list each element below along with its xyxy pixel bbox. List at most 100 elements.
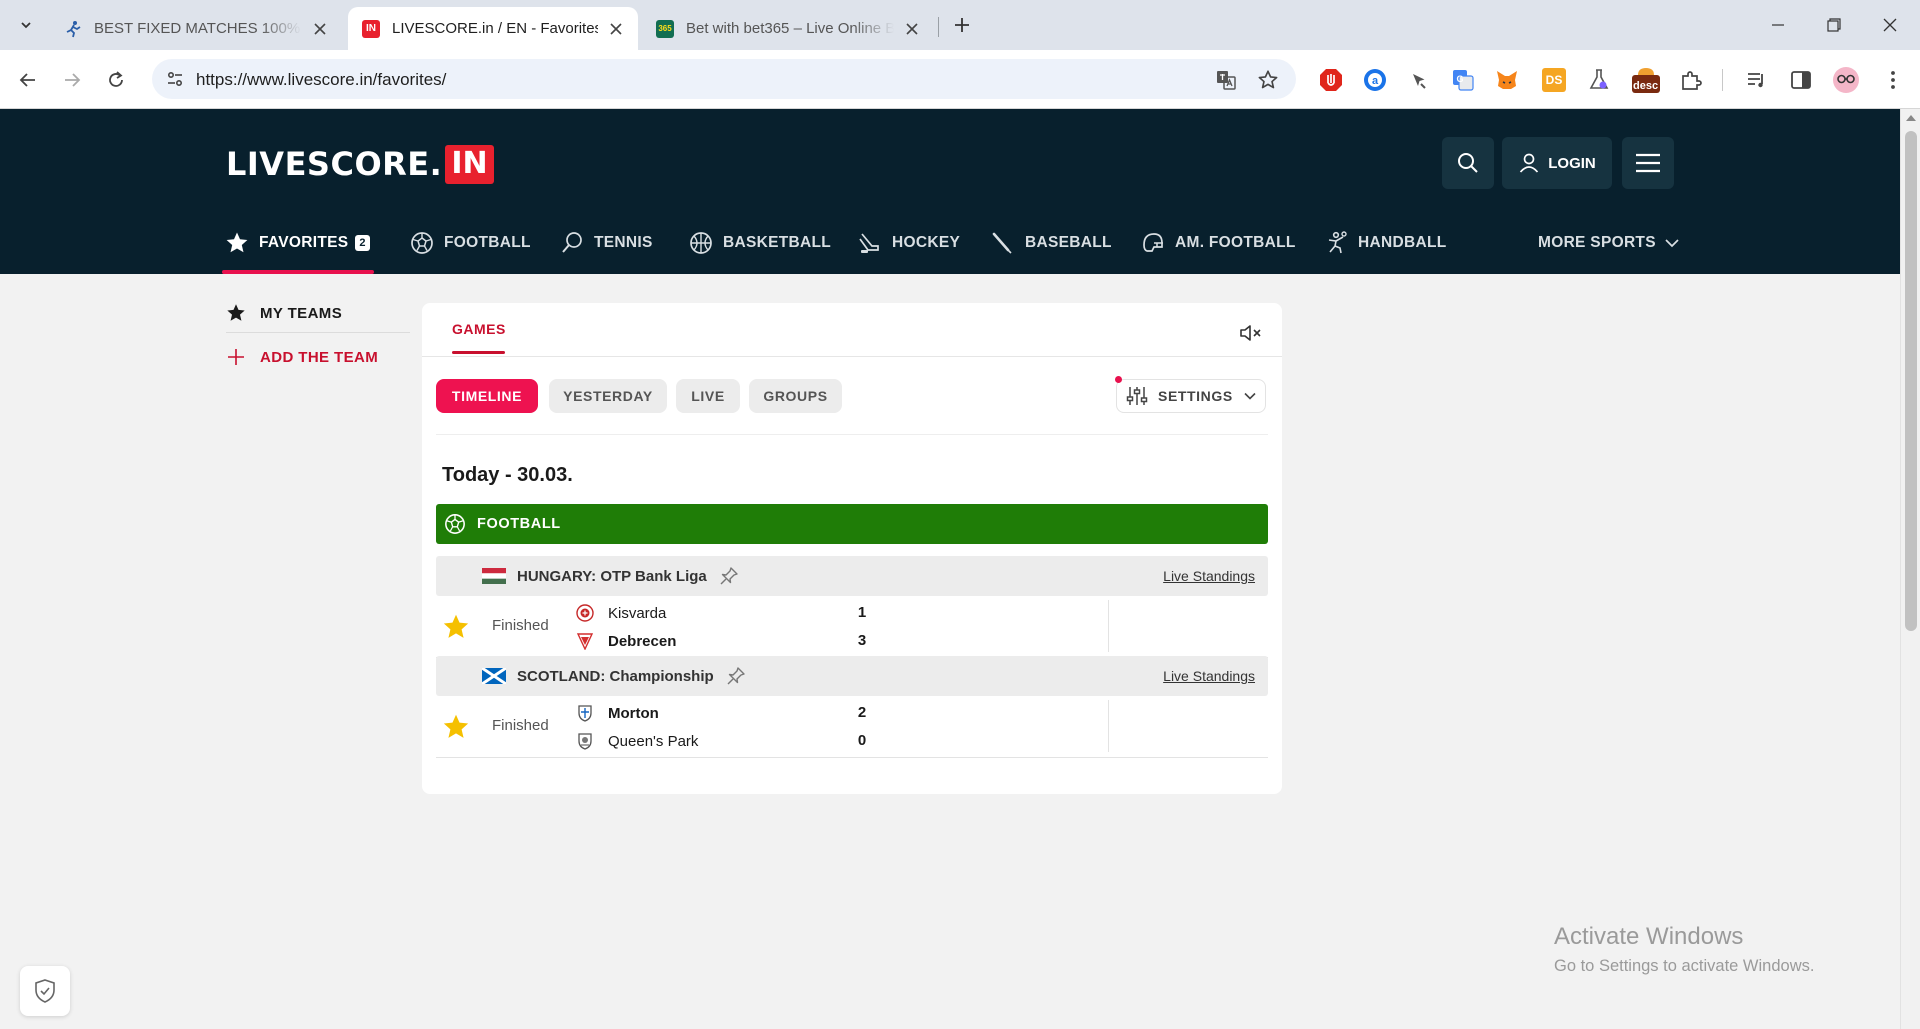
nav-handball-label: HANDBALL (1358, 234, 1447, 251)
star-icon (224, 230, 250, 256)
match-row[interactable]: Finished Kisvarda Debrecen 1 3 (436, 596, 1268, 658)
ds-extension-icon[interactable]: DS (1542, 68, 1566, 92)
lab-extension-icon[interactable] (1586, 67, 1612, 93)
translate-extension-icon[interactable]: G (1450, 67, 1476, 93)
filter-yesterday[interactable]: YESTERDAY (549, 379, 667, 413)
tab-separator (938, 17, 939, 37)
tab-games[interactable]: GAMES (452, 321, 506, 337)
browser-tab-bet365[interactable]: 365 Bet with bet365 – Live Online Bettin… (642, 7, 934, 50)
browser-tab-livescore[interactable]: IN LIVESCORE.in / EN - Favorites (348, 7, 638, 50)
browser-tab-fixed-matches[interactable]: BEST FIXED MATCHES 100% SURE (50, 7, 342, 50)
browser-menu-icon[interactable] (1880, 67, 1906, 93)
away-team: Debrecen (576, 632, 676, 650)
nav-football[interactable]: FOOTBALL (409, 212, 531, 274)
live-standings-link[interactable]: Live Standings (1163, 668, 1255, 684)
close-tab-icon[interactable] (902, 19, 922, 39)
scroll-up-arrow[interactable] (1906, 115, 1916, 121)
nav-handball[interactable]: HANDBALL (1323, 212, 1447, 274)
close-tab-icon[interactable] (310, 19, 330, 39)
site-logo[interactable]: LIVESCORE. IN (226, 143, 494, 185)
reload-icon (109, 71, 123, 87)
translate-icon[interactable] (1214, 68, 1238, 92)
site-settings-icon[interactable] (164, 68, 186, 90)
nav-more-sports[interactable]: MORE SPORTS (1538, 212, 1680, 274)
league-header-hungary[interactable]: HUNGARY: OTP Bank Liga Live Standings (436, 556, 1268, 596)
adblock-extension-icon[interactable] (1318, 67, 1344, 93)
close-tab-icon[interactable] (606, 19, 626, 39)
media-control-icon[interactable] (1744, 67, 1770, 93)
nav-more-sports-label: MORE SPORTS (1538, 234, 1656, 251)
chevron-down-icon (1665, 239, 1679, 248)
hamburger-menu-button[interactable] (1622, 137, 1674, 189)
reload-button[interactable] (100, 64, 132, 96)
nav-hockey-label: HOCKEY (892, 234, 961, 251)
live-standings-link[interactable]: Live Standings (1163, 568, 1255, 584)
tab-active-indicator (452, 351, 505, 354)
minimize-button[interactable] (1750, 0, 1806, 50)
toolbar-divider (1722, 69, 1723, 91)
card-divider (422, 356, 1282, 357)
cursor-extension-icon[interactable] (1406, 67, 1432, 93)
nav-favorites[interactable]: FAVORITES 2 (222, 212, 374, 274)
pin-league-icon[interactable] (725, 665, 747, 687)
soccer-ball-icon (409, 230, 435, 256)
extensions-puzzle-icon[interactable] (1678, 67, 1704, 93)
tab-search-button[interactable] (12, 11, 40, 39)
favorites-games-card: GAMES TIMELINE YESTERDAY LIVE GROUPS SET… (422, 303, 1282, 794)
hungary-flag-icon (482, 568, 506, 584)
browser-tabstrip: BEST FIXED MATCHES 100% SURE IN LIVESCOR… (0, 0, 1920, 50)
match-divider (1108, 600, 1109, 652)
privacy-shield-button[interactable] (20, 966, 70, 1016)
nav-am-football[interactable]: AM. FOOTBALL (1140, 212, 1296, 274)
filter-timeline[interactable]: TIMELINE (436, 379, 538, 413)
user-icon (1520, 153, 1539, 173)
team-name: Queen's Park (608, 732, 699, 750)
bookmark-star-icon[interactable] (1256, 68, 1280, 92)
tab-title: BEST FIXED MATCHES 100% SURE (94, 20, 302, 37)
arrow-right-icon (65, 73, 81, 87)
sound-toggle-button[interactable] (1238, 320, 1264, 346)
team-name: Kisvarda (608, 604, 667, 622)
match-row[interactable]: Finished Morton Queen's Park 2 0 (436, 696, 1268, 758)
nav-tennis[interactable]: TENNIS (559, 212, 653, 274)
desc-extension-icon[interactable]: desc (1630, 65, 1662, 95)
bet365-favicon-icon: 365 (656, 19, 674, 38)
plus-icon (955, 18, 969, 32)
queens-park-crest-icon (578, 733, 592, 750)
page-scrollbar[interactable] (1900, 109, 1920, 1029)
favorite-star-icon[interactable] (442, 613, 470, 641)
plus-icon (228, 349, 244, 365)
address-bar[interactable]: https://www.livescore.in/favorites/ (152, 59, 1296, 99)
back-button[interactable] (12, 64, 44, 96)
card-divider (436, 434, 1268, 435)
sidebar-add-team[interactable]: ADD THE TEAM (226, 348, 378, 366)
restore-icon (1827, 18, 1841, 32)
runner-favicon-icon (64, 20, 82, 38)
a-extension-icon[interactable]: a (1362, 67, 1388, 93)
nav-baseball[interactable]: BASEBALL (990, 212, 1112, 274)
scrollbar-thumb[interactable] (1905, 131, 1917, 631)
sidebar-my-teams[interactable]: MY TEAMS (226, 303, 342, 323)
filter-groups[interactable]: GROUPS (749, 379, 842, 413)
metamask-fox-icon[interactable] (1494, 67, 1520, 93)
settings-dropdown[interactable]: SETTINGS (1116, 379, 1266, 413)
login-button[interactable]: LOGIN (1502, 137, 1612, 189)
new-tab-button[interactable] (948, 11, 976, 39)
nav-basketball[interactable]: BASKETBALL (688, 212, 831, 274)
basketball-icon (688, 230, 714, 256)
nav-hockey[interactable]: HOCKEY (857, 212, 960, 274)
windows-activation-watermark: Activate Windows Go to Settings to activ… (1554, 923, 1814, 976)
profile-avatar[interactable] (1832, 66, 1860, 94)
favorite-star-icon[interactable] (442, 713, 470, 741)
filter-live[interactable]: LIVE (676, 379, 740, 413)
forward-button[interactable] (56, 64, 88, 96)
morton-crest-icon (578, 705, 592, 722)
settings-label: SETTINGS (1158, 388, 1233, 404)
pin-league-icon[interactable] (718, 565, 740, 587)
league-header-scotland[interactable]: SCOTLAND: Championship Live Standings (436, 656, 1268, 696)
search-button[interactable] (1442, 137, 1494, 189)
side-panel-icon[interactable] (1788, 67, 1814, 93)
close-window-button[interactable] (1862, 0, 1918, 50)
restore-button[interactable] (1806, 0, 1862, 50)
close-icon (1883, 18, 1897, 32)
